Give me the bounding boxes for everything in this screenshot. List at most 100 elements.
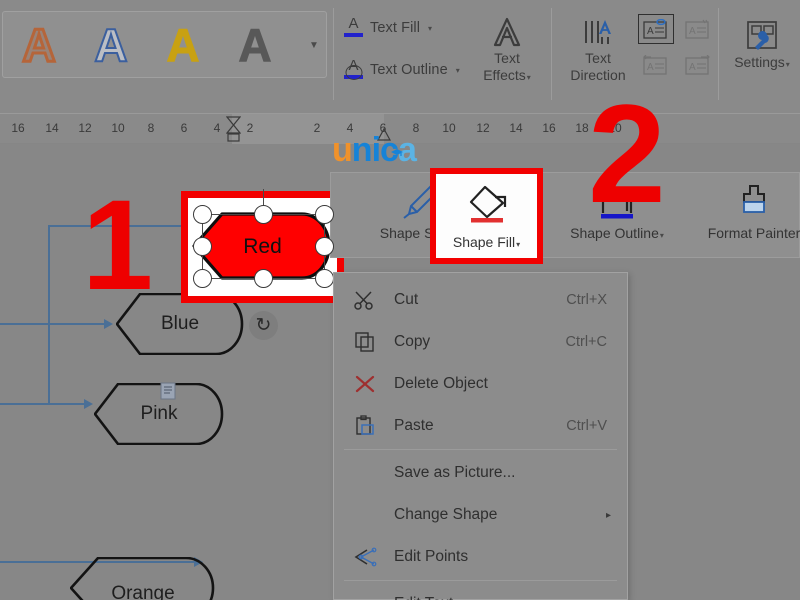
context-menu-item-change-shape[interactable]: Change Shape▸ — [334, 494, 627, 536]
logo-letter-i: i — [372, 131, 380, 169]
settings-button[interactable]: Settings▾ — [726, 18, 798, 73]
create-text-box-link-icon[interactable]: A — [638, 14, 674, 44]
connector-to-blue — [48, 323, 106, 325]
ruler-tick-5: 6 — [181, 121, 188, 135]
shape-orange-label: Orange — [70, 583, 216, 600]
delete-x-icon — [346, 371, 384, 397]
resize-handle-bottom-left[interactable] — [193, 269, 212, 288]
text-fill-underline — [344, 33, 363, 37]
rotate-handle-icon[interactable]: ↻ — [249, 311, 278, 340]
indent-markers-icon[interactable] — [226, 116, 241, 142]
resize-handle-bottom-right[interactable] — [315, 269, 334, 288]
context-menu-item-edit-points[interactable]: Edit Points — [334, 536, 627, 578]
settings-wrench-icon — [741, 18, 783, 54]
context-menu-shortcut: Ctrl+C — [566, 334, 628, 350]
selected-shape-inner[interactable]: Red — [188, 198, 337, 296]
text-direction-button[interactable]: Text Direction — [562, 14, 634, 84]
context-menu-item-cut[interactable]: CutCtrl+X — [334, 279, 627, 321]
svg-text:A: A — [689, 62, 696, 73]
selected-shape-frame: Red — [181, 191, 344, 303]
resize-handle-middle-left[interactable] — [193, 237, 212, 256]
ruler-tick-12: 10 — [442, 121, 455, 135]
wordart-style-3[interactable]: A — [147, 13, 219, 76]
ruler-tick-8: 2 — [314, 121, 321, 135]
ribbon: A A A A ▼ A Text Fill ▾ A Text Outline ▾ — [0, 0, 800, 114]
context-menu-divider-7 — [344, 580, 617, 581]
wordart-style-4[interactable]: A — [219, 13, 291, 76]
context-menu-item-save-as-picture[interactable]: Save as Picture... — [334, 452, 627, 494]
text-outline-ring — [345, 65, 362, 80]
shape-outline-chevron-down-icon[interactable]: ▾ — [660, 231, 664, 240]
graduation-cap-icon — [390, 128, 404, 138]
connector-left-blue — [0, 323, 50, 325]
text-outline-chevron-down-icon[interactable]: ▾ — [456, 66, 460, 75]
context-menu-label: Paste — [384, 417, 566, 435]
settings-chevron-down-icon[interactable]: ▾ — [786, 60, 790, 69]
ruler-tick-0: 16 — [11, 121, 24, 135]
format-painter-icon — [732, 177, 776, 225]
text-effects-label2: Effects — [483, 67, 526, 83]
text-outline-button[interactable]: A Text Outline ▾ — [344, 58, 460, 82]
ruler-tick-14: 14 — [509, 121, 522, 135]
resize-handle-bottom-center[interactable] — [254, 269, 273, 288]
context-menu-label: Delete Object — [384, 375, 627, 393]
format-painter-label: Format Painter — [708, 225, 800, 241]
resize-handle-top-left[interactable] — [193, 205, 212, 224]
text-fill-button[interactable]: A Text Fill ▾ — [344, 16, 432, 40]
context-menu-item-edit-text[interactable]: Edit Text — [334, 583, 627, 600]
wordart-style-2[interactable]: A — [75, 13, 147, 76]
context-menu[interactable]: CutCtrl+XCopyCtrl+CDelete ObjectPasteCtr… — [333, 272, 628, 600]
shape-format-toolbar: Shape Style▾ Shape Outline▾ — [330, 172, 800, 258]
next-text-box-icon: A — [680, 50, 716, 80]
text-effects-chevron-down-icon[interactable]: ▾ — [527, 73, 531, 82]
context-menu-label: Cut — [384, 291, 566, 309]
shape-fill-button[interactable]: Shape Fill▾ — [436, 174, 537, 258]
object-anchor-icon — [159, 381, 177, 401]
shape-fill-chevron-down-icon[interactable]: ▾ — [516, 240, 520, 249]
format-painter-button[interactable]: Format Painter — [693, 177, 800, 255]
shape-blue-label: Blue — [161, 313, 199, 335]
no-icon-spacer — [346, 502, 384, 528]
ruler-tick-4: 8 — [148, 121, 155, 135]
context-menu-shortcut: Ctrl+V — [566, 418, 627, 434]
wordart-gallery-more-icon[interactable]: ▼ — [306, 36, 322, 54]
arrowhead-pink — [84, 399, 93, 409]
shape-orange[interactable]: Orange — [70, 557, 216, 600]
resize-handle-top-center[interactable] — [254, 205, 273, 224]
shape-fill-label: Shape Fill — [453, 234, 515, 250]
resize-handle-top-right[interactable] — [315, 205, 334, 224]
text-effects-label-line2: Effects▾ — [483, 67, 531, 86]
scissors-icon — [346, 287, 384, 313]
context-menu-label: Copy — [384, 333, 566, 351]
wordart-style-1[interactable]: A — [3, 13, 75, 76]
context-menu-label: Edit Points — [384, 548, 627, 566]
arrowhead-blue — [104, 319, 113, 329]
context-menu-item-delete-object[interactable]: Delete Object — [334, 363, 627, 405]
context-menu-item-copy[interactable]: CopyCtrl+C — [334, 321, 627, 363]
annotation-step-2: 2 — [588, 84, 666, 224]
shape-fill-icon — [461, 183, 513, 230]
ruler-tick-1: 14 — [45, 121, 58, 135]
unica-logo: unica — [332, 131, 416, 170]
copy-icon — [346, 329, 384, 355]
settings-label-wrap: Settings▾ — [734, 54, 790, 73]
context-menu-item-paste[interactable]: PasteCtrl+V — [334, 405, 627, 447]
submenu-arrow-icon: ▸ — [606, 510, 627, 521]
text-effects-button[interactable]: Text Effects▾ — [472, 14, 542, 86]
resize-handle-middle-right[interactable] — [315, 237, 334, 256]
application-window: A A A A ▼ A Text Fill ▾ A Text Outline ▾ — [0, 0, 800, 600]
ribbon-divider-2 — [551, 8, 552, 100]
text-effects-label-line1: Text — [494, 50, 520, 67]
ruler-tick-3: 10 — [111, 121, 124, 135]
break-text-box-link-icon: A — [680, 14, 716, 44]
shape-fill-label-wrap: Shape Fill▾ — [453, 234, 520, 250]
logo-letter-u: u — [332, 131, 352, 169]
ribbon-divider-1 — [333, 8, 334, 100]
ruler-tick-13: 12 — [476, 121, 489, 135]
edit-points-icon — [346, 544, 384, 570]
wordart-style-gallery[interactable]: A A A A ▼ — [2, 11, 327, 78]
connector-to-pink — [48, 403, 86, 405]
text-fill-glyph: A — [348, 16, 358, 31]
text-fill-chevron-down-icon[interactable]: ▾ — [428, 24, 432, 33]
text-outline-icon: A — [344, 58, 363, 82]
